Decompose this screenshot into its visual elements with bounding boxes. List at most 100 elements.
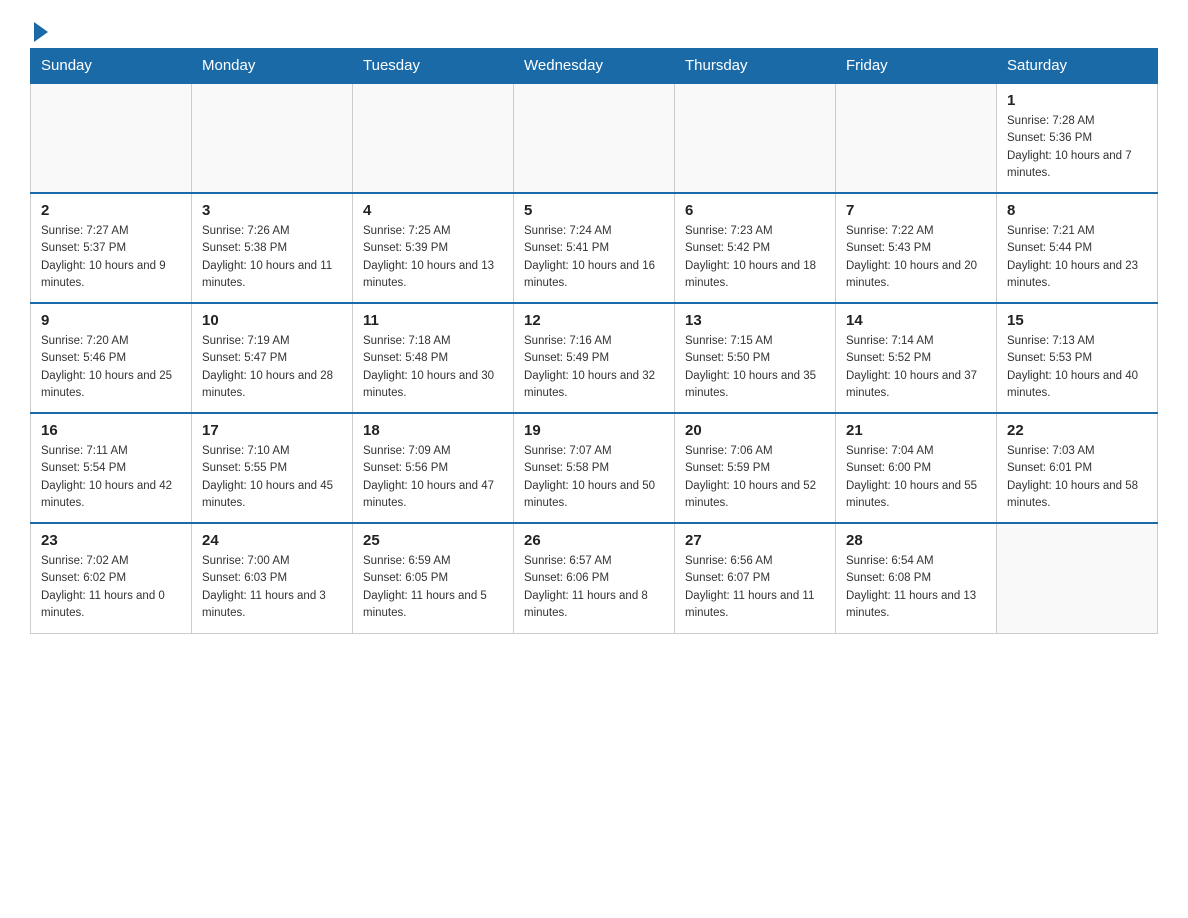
day-info: Sunrise: 7:13 AMSunset: 5:53 PMDaylight:… [1007,333,1147,402]
day-info: Sunrise: 7:26 AMSunset: 5:38 PMDaylight:… [202,223,342,292]
calendar-day-cell: 18 Sunrise: 7:09 AMSunset: 5:56 PMDayligh… [353,413,514,523]
day-number: 22 [1007,422,1147,439]
day-number: 15 [1007,312,1147,329]
day-number: 9 [41,312,181,329]
calendar-day-cell: 12 Sunrise: 7:16 AMSunset: 5:49 PMDayligh… [514,303,675,413]
day-number: 23 [41,532,181,549]
calendar-week-row: 1Sunrise: 7:28 AMSunset: 5:36 PMDaylight… [31,83,1158,193]
calendar-week-row: 9 Sunrise: 7:20 AMSunset: 5:46 PMDaylight… [31,303,1158,413]
day-info: Sunrise: 7:22 AMSunset: 5:43 PMDaylight:… [846,223,986,292]
day-info: Sunrise: 7:02 AMSunset: 6:02 PMDaylight:… [41,553,181,622]
day-number: 27 [685,532,825,549]
day-number: 6 [685,202,825,219]
day-number: 2 [41,202,181,219]
day-number: 21 [846,422,986,439]
calendar-day-cell: 3 Sunrise: 7:26 AMSunset: 5:38 PMDaylight… [192,193,353,303]
calendar-day-cell: 26 Sunrise: 6:57 AMSunset: 6:06 PMDayligh… [514,523,675,633]
day-info: Sunrise: 6:54 AMSunset: 6:08 PMDaylight:… [846,553,986,622]
logo [30,20,48,38]
calendar-day-cell: 7 Sunrise: 7:22 AMSunset: 5:43 PMDaylight… [836,193,997,303]
day-info: Sunrise: 7:07 AMSunset: 5:58 PMDaylight:… [524,443,664,512]
calendar-day-cell: 8 Sunrise: 7:21 AMSunset: 5:44 PMDaylight… [997,193,1158,303]
day-number: 1 [1007,92,1147,109]
day-info: Sunrise: 7:00 AMSunset: 6:03 PMDaylight:… [202,553,342,622]
calendar-day-cell: 10 Sunrise: 7:19 AMSunset: 5:47 PMDayligh… [192,303,353,413]
day-info: Sunrise: 7:23 AMSunset: 5:42 PMDaylight:… [685,223,825,292]
day-info: Sunrise: 7:20 AMSunset: 5:46 PMDaylight:… [41,333,181,402]
day-info: Sunrise: 7:18 AMSunset: 5:48 PMDaylight:… [363,333,503,402]
day-info: Sunrise: 7:15 AMSunset: 5:50 PMDaylight:… [685,333,825,402]
calendar-day-cell: 1Sunrise: 7:28 AMSunset: 5:36 PMDaylight… [997,83,1158,193]
calendar-day-cell: 19 Sunrise: 7:07 AMSunset: 5:58 PMDayligh… [514,413,675,523]
day-info: Sunrise: 7:16 AMSunset: 5:49 PMDaylight:… [524,333,664,402]
calendar-day-cell: 2 Sunrise: 7:27 AMSunset: 5:37 PMDaylight… [31,193,192,303]
day-number: 3 [202,202,342,219]
day-number: 28 [846,532,986,549]
calendar-day-cell: 21 Sunrise: 7:04 AMSunset: 6:00 PMDayligh… [836,413,997,523]
day-of-week-header: Thursday [675,49,836,84]
day-info: Sunrise: 7:09 AMSunset: 5:56 PMDaylight:… [363,443,503,512]
day-number: 11 [363,312,503,329]
calendar-day-cell: 5 Sunrise: 7:24 AMSunset: 5:41 PMDaylight… [514,193,675,303]
calendar-day-cell: 6 Sunrise: 7:23 AMSunset: 5:42 PMDaylight… [675,193,836,303]
day-of-week-header: Tuesday [353,49,514,84]
calendar-day-cell: 22 Sunrise: 7:03 AMSunset: 6:01 PMDayligh… [997,413,1158,523]
calendar-week-row: 23 Sunrise: 7:02 AMSunset: 6:02 PMDayligh… [31,523,1158,633]
calendar-day-cell: 28 Sunrise: 6:54 AMSunset: 6:08 PMDayligh… [836,523,997,633]
calendar-day-cell [836,83,997,193]
day-info: Sunrise: 7:27 AMSunset: 5:37 PMDaylight:… [41,223,181,292]
day-number: 25 [363,532,503,549]
calendar-day-cell [353,83,514,193]
day-number: 12 [524,312,664,329]
day-info: Sunrise: 7:24 AMSunset: 5:41 PMDaylight:… [524,223,664,292]
day-of-week-header: Monday [192,49,353,84]
day-of-week-header: Friday [836,49,997,84]
calendar-header-row: SundayMondayTuesdayWednesdayThursdayFrid… [31,49,1158,84]
calendar-day-cell: 23 Sunrise: 7:02 AMSunset: 6:02 PMDayligh… [31,523,192,633]
page-header [30,20,1158,38]
calendar-day-cell: 15 Sunrise: 7:13 AMSunset: 5:53 PMDayligh… [997,303,1158,413]
day-number: 10 [202,312,342,329]
calendar-day-cell: 20 Sunrise: 7:06 AMSunset: 5:59 PMDayligh… [675,413,836,523]
day-info: Sunrise: 6:59 AMSunset: 6:05 PMDaylight:… [363,553,503,622]
day-info: Sunrise: 7:19 AMSunset: 5:47 PMDaylight:… [202,333,342,402]
day-info: Sunrise: 6:57 AMSunset: 6:06 PMDaylight:… [524,553,664,622]
day-number: 19 [524,422,664,439]
day-of-week-header: Wednesday [514,49,675,84]
day-info: Sunrise: 7:04 AMSunset: 6:00 PMDaylight:… [846,443,986,512]
day-number: 13 [685,312,825,329]
calendar-day-cell [675,83,836,193]
calendar-day-cell [997,523,1158,633]
day-number: 24 [202,532,342,549]
day-number: 16 [41,422,181,439]
calendar-day-cell: 14Sunrise: 7:14 AMSunset: 5:52 PMDayligh… [836,303,997,413]
day-number: 17 [202,422,342,439]
day-number: 4 [363,202,503,219]
calendar-day-cell [514,83,675,193]
calendar-day-cell: 24 Sunrise: 7:00 AMSunset: 6:03 PMDayligh… [192,523,353,633]
day-info: Sunrise: 7:06 AMSunset: 5:59 PMDaylight:… [685,443,825,512]
day-info: Sunrise: 7:21 AMSunset: 5:44 PMDaylight:… [1007,223,1147,292]
logo-arrow-icon [34,22,48,42]
calendar-day-cell: 16Sunrise: 7:11 AMSunset: 5:54 PMDayligh… [31,413,192,523]
day-number: 5 [524,202,664,219]
calendar-day-cell: 4 Sunrise: 7:25 AMSunset: 5:39 PMDaylight… [353,193,514,303]
day-info: Sunrise: 7:10 AMSunset: 5:55 PMDaylight:… [202,443,342,512]
day-number: 7 [846,202,986,219]
day-number: 20 [685,422,825,439]
day-of-week-header: Saturday [997,49,1158,84]
day-info: Sunrise: 7:25 AMSunset: 5:39 PMDaylight:… [363,223,503,292]
calendar-day-cell: 9 Sunrise: 7:20 AMSunset: 5:46 PMDaylight… [31,303,192,413]
day-info: Sunrise: 7:14 AMSunset: 5:52 PMDaylight:… [846,333,986,402]
day-number: 8 [1007,202,1147,219]
calendar-day-cell: 17 Sunrise: 7:10 AMSunset: 5:55 PMDayligh… [192,413,353,523]
calendar-day-cell: 27Sunrise: 6:56 AMSunset: 6:07 PMDayligh… [675,523,836,633]
day-number: 18 [363,422,503,439]
day-number: 26 [524,532,664,549]
calendar-day-cell: 11 Sunrise: 7:18 AMSunset: 5:48 PMDayligh… [353,303,514,413]
calendar-day-cell: 25 Sunrise: 6:59 AMSunset: 6:05 PMDayligh… [353,523,514,633]
calendar-day-cell [192,83,353,193]
calendar-week-row: 16Sunrise: 7:11 AMSunset: 5:54 PMDayligh… [31,413,1158,523]
calendar-day-cell [31,83,192,193]
day-info: Sunrise: 7:03 AMSunset: 6:01 PMDaylight:… [1007,443,1147,512]
